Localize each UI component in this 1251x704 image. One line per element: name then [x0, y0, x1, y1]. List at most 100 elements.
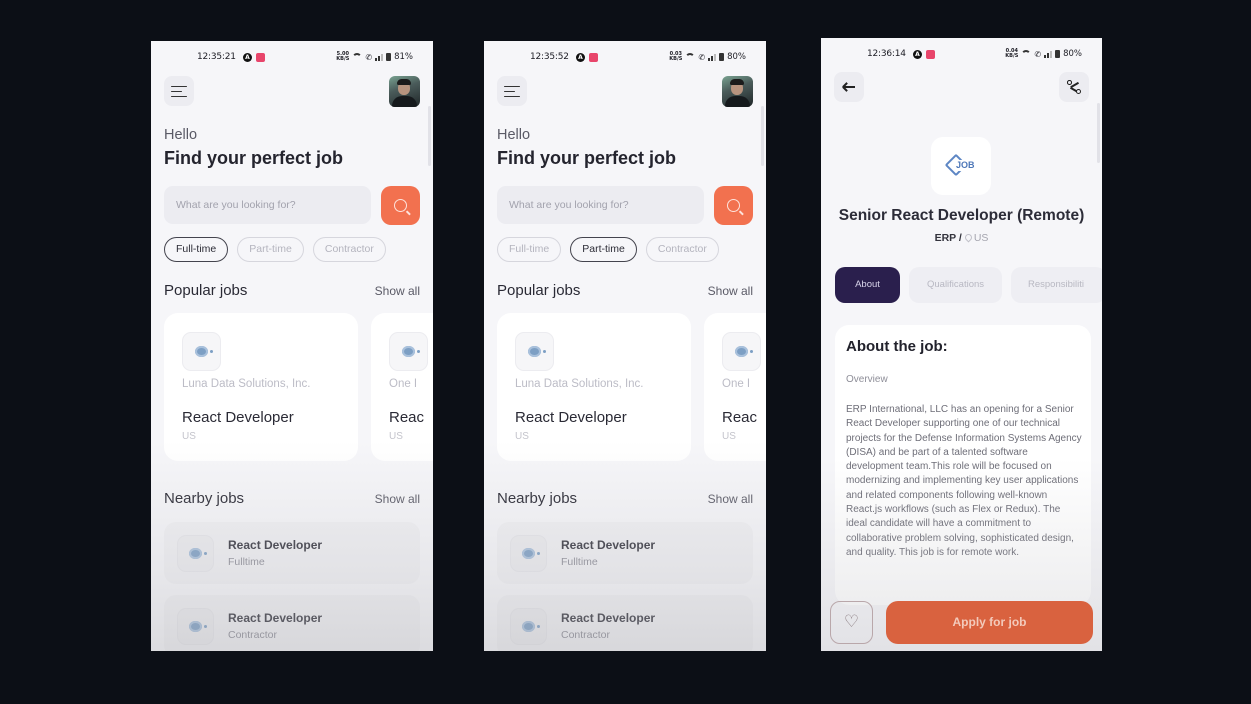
share-button[interactable] — [1059, 72, 1089, 102]
company-logo — [177, 608, 214, 645]
job-role: React Developer — [561, 611, 656, 625]
chip-part-time[interactable]: Part-time — [237, 237, 304, 262]
company-name: One I — [722, 378, 751, 390]
phone-screen-job-details: 12:36:14 A 0.04 KB/S ✆ 80% JOB Senior Rea… — [821, 38, 1102, 651]
apply-button[interactable]: Apply for job — [886, 601, 1093, 644]
tab-responsibilities[interactable]: Responsibiliti — [1011, 267, 1102, 303]
menu-icon — [171, 85, 187, 97]
job-location: US — [973, 232, 989, 244]
job-role: React Developer — [515, 409, 627, 426]
company-logo — [722, 332, 761, 371]
chip-full-time[interactable]: Full-time — [164, 237, 229, 262]
nearby-job-item[interactable]: React Developer Contractor — [164, 595, 420, 651]
job-role: Reac — [389, 409, 425, 426]
arrow-left-icon — [843, 86, 855, 88]
status-time: 12:35:21 — [197, 52, 236, 62]
menu-button[interactable] — [497, 76, 527, 106]
job-type: Fulltime — [561, 556, 598, 568]
chip-contractor[interactable]: Contractor — [312, 237, 386, 262]
chip-part-time[interactable]: Part-time — [570, 237, 637, 262]
popular-job-card[interactable]: Luna Data Solutions, Inc. React Develope… — [497, 313, 691, 461]
company-logo — [510, 608, 547, 645]
company-logo-icon — [189, 621, 207, 632]
company-logo-icon — [522, 621, 540, 632]
page-title: Find your perfect job — [497, 148, 677, 168]
job-location: US — [722, 431, 736, 442]
call-icon: ✆ — [365, 52, 373, 62]
company-logo-icon — [195, 346, 213, 357]
overview-label: Overview — [846, 374, 888, 385]
detail-tabs: About Qualifications Responsibiliti — [835, 267, 1102, 303]
scrollbar[interactable] — [761, 106, 764, 166]
search-input[interactable]: What are you looking for? — [164, 186, 371, 224]
wifi-icon — [685, 53, 696, 61]
battery-percent: 80% — [727, 52, 746, 62]
battery-icon — [386, 53, 392, 61]
network-speed: 0.04 KB/S — [1005, 48, 1019, 59]
nearby-show-all-link[interactable]: Show all — [375, 492, 420, 506]
battery-icon — [1055, 50, 1061, 58]
chip-full-time[interactable]: Full-time — [497, 237, 562, 262]
chip-contractor[interactable]: Contractor — [645, 237, 719, 262]
scrollbar[interactable] — [428, 106, 431, 166]
search-input[interactable]: What are you looking for? — [497, 186, 704, 224]
share-icon — [1067, 80, 1081, 94]
popular-job-card[interactable]: One I Reac US — [371, 313, 433, 461]
favorite-button[interactable]: ♡ — [830, 601, 873, 644]
job-meta: ERP / US — [821, 232, 1102, 244]
job-type: Contractor — [228, 629, 278, 641]
network-speed: 5.00 KB/S — [336, 51, 350, 62]
job-location: US — [389, 431, 403, 442]
tab-about[interactable]: About — [835, 267, 900, 303]
about-section: About the job: Overview ERP Internationa… — [835, 325, 1091, 605]
nearby-show-all-link[interactable]: Show all — [708, 492, 753, 506]
popular-show-all-link[interactable]: Show all — [375, 284, 420, 298]
job-type: Fulltime — [228, 556, 265, 568]
nearby-job-item[interactable]: React Developer Fulltime — [497, 522, 753, 584]
about-description: ERP International, LLC has an opening fo… — [846, 404, 1082, 558]
greeting: Hello — [164, 127, 198, 143]
location-pin-icon — [963, 232, 974, 243]
signal-icon — [375, 53, 384, 61]
tab-qualifications[interactable]: Qualifications — [909, 267, 1002, 303]
scrollbar[interactable] — [1097, 103, 1100, 163]
battery-icon — [719, 53, 725, 61]
company-logo-icon — [402, 346, 420, 357]
search-icon — [727, 199, 740, 212]
profile-avatar[interactable] — [389, 76, 420, 107]
status-time: 12:36:14 — [867, 49, 906, 59]
heart-icon: ♡ — [843, 612, 860, 632]
company-logo-icon — [189, 548, 207, 559]
search-button[interactable] — [381, 186, 420, 225]
popular-jobs-heading: Popular jobs — [164, 282, 248, 299]
nearby-jobs-heading: Nearby jobs — [164, 490, 245, 507]
wifi-icon — [1021, 50, 1032, 58]
company-name: One I — [389, 378, 418, 390]
app-notification-icon — [589, 53, 598, 62]
profile-avatar[interactable] — [722, 76, 753, 107]
page-title: Find your perfect job — [164, 148, 344, 168]
company-name: Luna Data Solutions, Inc. — [182, 378, 311, 390]
back-button[interactable] — [834, 72, 864, 102]
nearby-job-item[interactable]: React Developer Contractor — [497, 595, 753, 651]
job-role: React Developer — [182, 409, 294, 426]
popular-show-all-link[interactable]: Show all — [708, 284, 753, 298]
menu-icon — [504, 85, 520, 97]
popular-jobs-heading: Popular jobs — [497, 282, 581, 299]
status-bar: 12:35:52 A 0.03 KB/S ✆ 80% — [484, 51, 766, 65]
company-logo-icon — [528, 346, 546, 357]
search-button[interactable] — [714, 186, 753, 225]
company-logo: JOB — [931, 137, 991, 195]
notification-icon: A — [576, 53, 585, 62]
popular-job-card[interactable]: One I Reac US — [704, 313, 766, 461]
nearby-jobs-heading: Nearby jobs — [497, 490, 578, 507]
company-logo-icon — [522, 548, 540, 559]
job-type-filters: Full-time Part-time Contractor — [497, 237, 719, 262]
notification-icon: A — [913, 50, 922, 59]
menu-button[interactable] — [164, 76, 194, 106]
company-logo-icon — [735, 346, 753, 357]
battery-percent: 80% — [1063, 49, 1082, 59]
nearby-job-item[interactable]: React Developer Fulltime — [164, 522, 420, 584]
signal-icon — [708, 53, 717, 61]
popular-job-card[interactable]: Luna Data Solutions, Inc. React Develope… — [164, 313, 358, 461]
